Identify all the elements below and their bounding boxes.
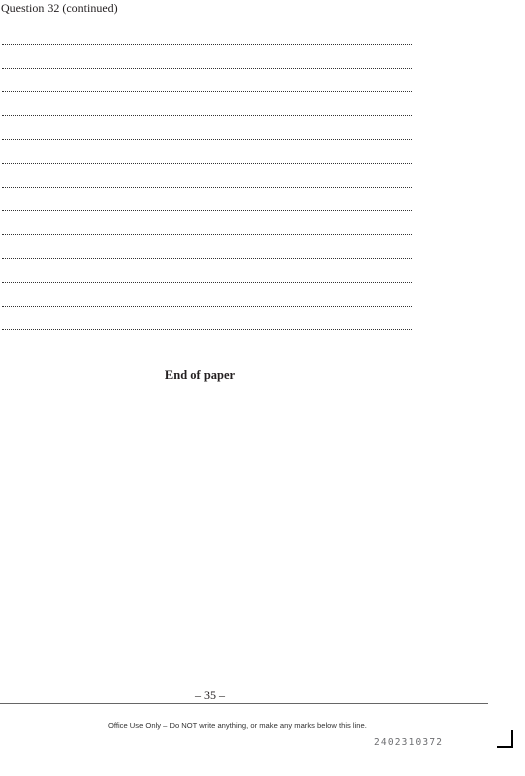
question-heading: Question 32 (continued) <box>1 1 118 15</box>
answer-line[interactable] <box>2 95 412 119</box>
page-number: – 35 – <box>195 688 225 702</box>
office-use-divider <box>0 703 488 704</box>
answer-line[interactable] <box>2 72 412 96</box>
answer-lines <box>2 24 412 333</box>
answer-line[interactable] <box>2 143 412 167</box>
answer-line[interactable] <box>2 167 412 191</box>
office-use-note: Office Use Only – Do NOT write anything,… <box>108 721 367 730</box>
answer-line[interactable] <box>2 286 412 310</box>
answer-line[interactable] <box>2 238 412 262</box>
corner-registration-mark <box>497 730 513 748</box>
barcode-number: 2402310372 <box>374 737 444 748</box>
answer-line[interactable] <box>2 310 412 334</box>
answer-line[interactable] <box>2 191 412 215</box>
answer-line[interactable] <box>2 48 412 72</box>
answer-line[interactable] <box>2 119 412 143</box>
answer-line[interactable] <box>2 262 412 286</box>
answer-line[interactable] <box>2 24 412 48</box>
end-of-paper-label: End of paper <box>164 368 236 382</box>
answer-line[interactable] <box>2 214 412 238</box>
